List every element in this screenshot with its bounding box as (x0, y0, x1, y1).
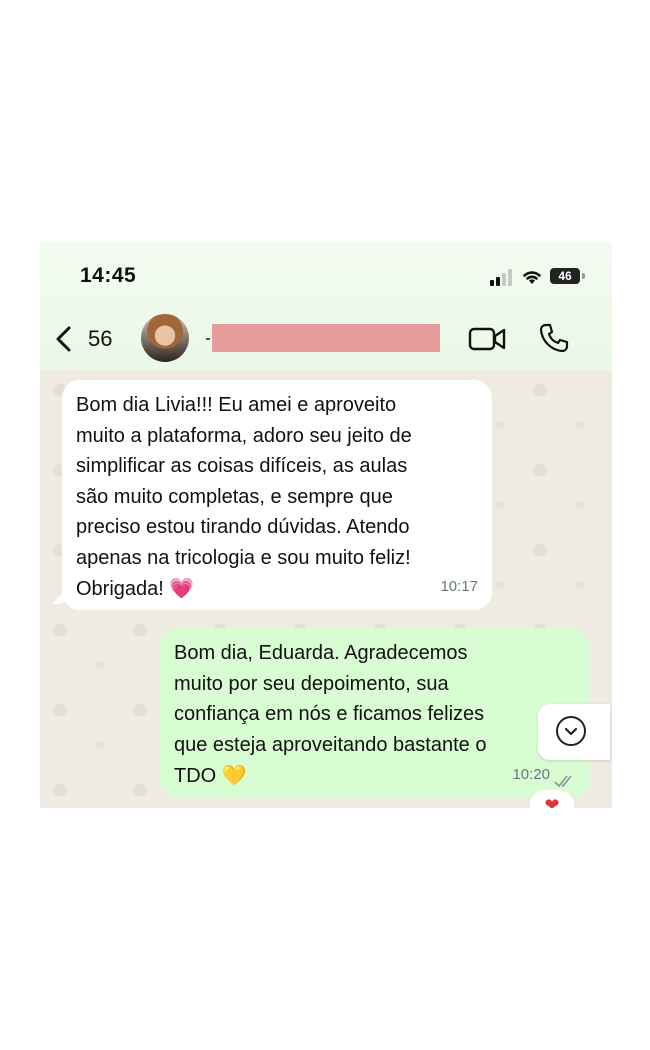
wifi-icon (523, 271, 541, 284)
battery-icon: 46 (550, 268, 580, 284)
scroll-to-bottom-button[interactable] (538, 704, 610, 760)
unread-count: 56 (88, 326, 113, 351)
incoming-message[interactable]: Bom dia Livia!!! Eu amei e aproveito mui… (62, 380, 492, 610)
back-chevron-icon (56, 326, 71, 352)
video-call-icon[interactable] (468, 324, 508, 354)
top-bar: 14:45 46 56 (40, 242, 612, 370)
pink-heart-emoji: 💗 (169, 576, 195, 600)
heart-reaction[interactable]: ❤ (530, 790, 574, 808)
scroll-down-icon (556, 716, 586, 746)
status-icons: 46 (490, 266, 590, 288)
phone-call-icon[interactable] (538, 322, 570, 354)
outgoing-message[interactable]: Bom dia, Eduarda. Agradecemos muito por … (160, 628, 590, 798)
message-time: 10:17 (440, 577, 478, 595)
message-time: 10:20 (512, 765, 550, 783)
double-check-icon (554, 775, 572, 788)
chat-area[interactable]: Bom dia Livia!!! Eu amei e aproveito mui… (40, 370, 612, 808)
signal-icon (490, 268, 516, 286)
message-text: Bom dia Livia!!! Eu amei e aproveito mui… (76, 394, 412, 600)
contact-name-redacted[interactable] (212, 324, 440, 352)
back-button[interactable]: 56 (54, 320, 124, 356)
chat-header: 56 (40, 314, 612, 362)
yellow-heart-emoji: 💛 (221, 763, 247, 787)
status-time: 14:45 (80, 264, 137, 287)
phone-screen: 14:45 46 56 Bom dia Livia!!! Eu amei e a… (40, 242, 612, 808)
name-separator (206, 338, 210, 340)
battery-tip (582, 273, 585, 279)
avatar[interactable] (141, 314, 189, 362)
